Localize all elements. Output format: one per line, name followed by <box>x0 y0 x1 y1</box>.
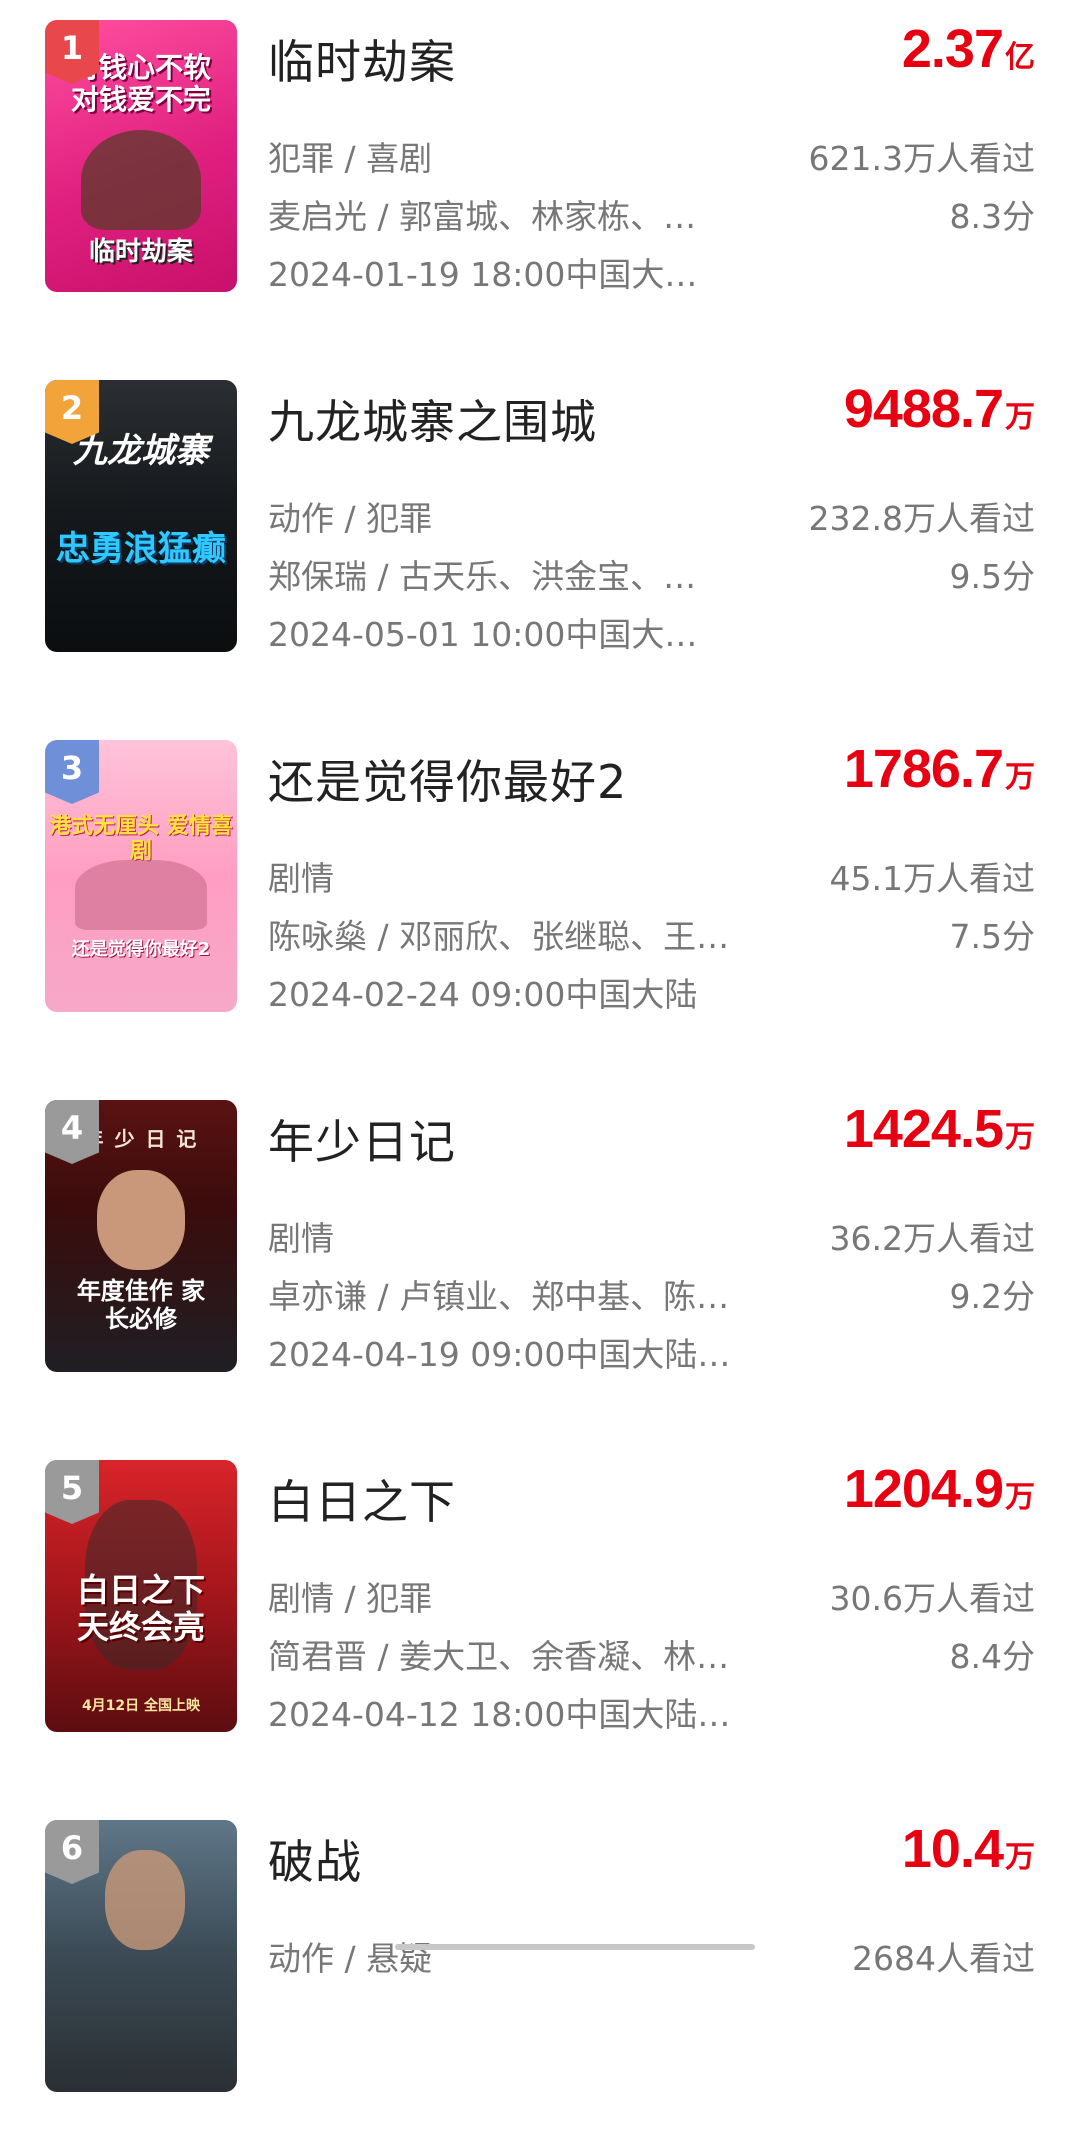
box-office-value: 2.37亿 <box>902 18 1035 80</box>
viewer-count: 2684人看过 <box>852 1939 1035 1978</box>
box-office-number: 9488.7 <box>843 379 1004 439</box>
movie-row[interactable]: 九龙城寨 忠勇浪猛癫 2 九龙城寨之围城 9488.7万 动作 / 犯罪 郑保瑞… <box>0 360 1080 690</box>
movie-cast: 卓亦谦 / 卢镇业、郑中基、陈… <box>268 1277 730 1316</box>
rank-badge: 3 <box>45 740 99 804</box>
movie-genres: 剧情 <box>268 1219 334 1258</box>
box-office-unit: 万 <box>1005 400 1035 435</box>
box-office-number: 1786.7 <box>843 739 1004 799</box>
box-office-number: 2.37 <box>901 19 1004 79</box>
movie-release: 2024-01-19 18:00中国大… <box>268 255 698 294</box>
poster-face <box>105 1850 185 1950</box>
movie-genres: 动作 / 犯罪 <box>268 499 433 538</box>
poster-caption: 港式无厘头 爱情喜剧 <box>49 814 233 865</box>
movie-score: 9.5分 <box>949 557 1035 596</box>
box-office-value: 9488.7万 <box>844 378 1035 440</box>
box-office-unit: 万 <box>1005 1840 1035 1875</box>
movie-poster[interactable]: 白日之下 天终会亮 4月12日 全国上映 5 <box>45 1460 237 1732</box>
movie-genres: 动作 / 悬疑 <box>268 1939 433 1978</box>
movie-title[interactable]: 还是觉得你最好2 <box>268 746 627 812</box>
viewer-count: 36.2万人看过 <box>829 1219 1035 1258</box>
box-office-number: 10.4 <box>901 1819 1004 1879</box>
viewer-count: 232.8万人看过 <box>808 499 1035 538</box>
box-office-unit: 万 <box>1005 760 1035 795</box>
movie-title[interactable]: 九龙城寨之围城 <box>268 386 597 452</box>
box-office-number: 1204.9 <box>843 1459 1004 1519</box>
movie-release: 2024-05-01 10:00中国大… <box>268 615 698 654</box>
poster-title-text: 临时劫案 <box>88 237 193 268</box>
movie-genres: 犯罪 / 喜剧 <box>268 139 433 178</box>
box-office-number: 1424.5 <box>843 1099 1004 1159</box>
movie-score: 8.3分 <box>949 197 1035 236</box>
movie-cast: 郑保瑞 / 古天乐、洪金宝、… <box>268 557 697 596</box>
rank-badge: 6 <box>45 1820 99 1884</box>
movie-genres: 剧情 <box>268 859 334 898</box>
rank-badge: 4 <box>45 1100 99 1164</box>
poster-title-text: 忠勇浪猛癫 <box>56 529 226 569</box>
poster-title-text: 4月12日 全国上映 <box>81 1697 201 1714</box>
box-office-value: 1786.7万 <box>844 738 1035 800</box>
movie-cast: 简君晋 / 姜大卫、余香凝、林… <box>268 1637 730 1676</box>
poster-title-text: 还是觉得你最好2 <box>71 939 211 960</box>
movie-title[interactable]: 临时劫案 <box>268 26 456 92</box>
poster-figures <box>81 130 201 230</box>
movie-cast: 麦启光 / 郭富城、林家栋、… <box>268 197 697 236</box>
poster-caption: 白日之下 天终会亮 <box>76 1571 205 1646</box>
movie-poster[interactable]: 对钱心不软 对钱爱不完 临时劫案 1 <box>45 20 237 292</box>
poster-face <box>97 1170 185 1270</box>
viewer-count: 30.6万人看过 <box>829 1579 1035 1618</box>
poster-figures <box>75 860 207 930</box>
movie-title[interactable]: 白日之下 <box>268 1466 456 1532</box>
viewer-count: 45.1万人看过 <box>829 859 1035 898</box>
poster-title-text: 年度佳作 家长必修 <box>76 1277 206 1333</box>
box-office-unit: 亿 <box>1005 40 1035 75</box>
movie-row[interactable]: 白日之下 天终会亮 4月12日 全国上映 5 白日之下 1204.9万 剧情 /… <box>0 1440 1080 1770</box>
movie-row[interactable]: 对钱心不软 对钱爱不完 临时劫案 1 临时劫案 2.37亿 犯罪 / 喜剧 麦启… <box>0 0 1080 330</box>
movie-poster[interactable]: 港式无厘头 爱情喜剧 还是觉得你最好2 3 <box>45 740 237 1012</box>
horizontal-scrollbar[interactable] <box>395 1944 755 1950</box>
box-office-value: 1204.9万 <box>844 1458 1035 1520</box>
movie-poster[interactable]: 6 <box>45 1820 237 2092</box>
viewer-count: 621.3万人看过 <box>808 139 1035 178</box>
rank-badge: 5 <box>45 1460 99 1524</box>
movie-row[interactable]: 年 少 日 记 年度佳作 家长必修 4 年少日记 1424.5万 剧情 卓亦谦 … <box>0 1080 1080 1410</box>
movie-release: 2024-04-19 09:00中国大陆… <box>268 1335 731 1374</box>
rank-badge: 2 <box>45 380 99 444</box>
movie-score: 9.2分 <box>949 1277 1035 1316</box>
movie-row[interactable]: 6 破战 10.4万 动作 / 悬疑 2684人看过 <box>0 1800 1080 2130</box>
movie-genres: 剧情 / 犯罪 <box>268 1579 433 1618</box>
box-office-value: 1424.5万 <box>844 1098 1035 1160</box>
rank-badge: 1 <box>45 20 99 84</box>
movie-title[interactable]: 破战 <box>268 1826 362 1892</box>
box-office-unit: 万 <box>1005 1120 1035 1155</box>
movie-poster[interactable]: 年 少 日 记 年度佳作 家长必修 4 <box>45 1100 237 1372</box>
movie-release: 2024-04-12 18:00中国大陆… <box>268 1695 731 1734</box>
movie-score: 8.4分 <box>949 1637 1035 1676</box>
movie-score: 7.5分 <box>949 917 1035 956</box>
movie-title[interactable]: 年少日记 <box>268 1106 456 1172</box>
box-office-unit: 万 <box>1005 1480 1035 1515</box>
box-office-value: 10.4万 <box>902 1818 1035 1880</box>
movie-release: 2024-02-24 09:00中国大陆 <box>268 975 698 1014</box>
movie-poster[interactable]: 九龙城寨 忠勇浪猛癫 2 <box>45 380 237 652</box>
movie-cast: 陈咏燊 / 邓丽欣、张继聪、王… <box>268 917 730 956</box>
movie-row[interactable]: 港式无厘头 爱情喜剧 还是觉得你最好2 3 还是觉得你最好2 1786.7万 剧… <box>0 720 1080 1050</box>
